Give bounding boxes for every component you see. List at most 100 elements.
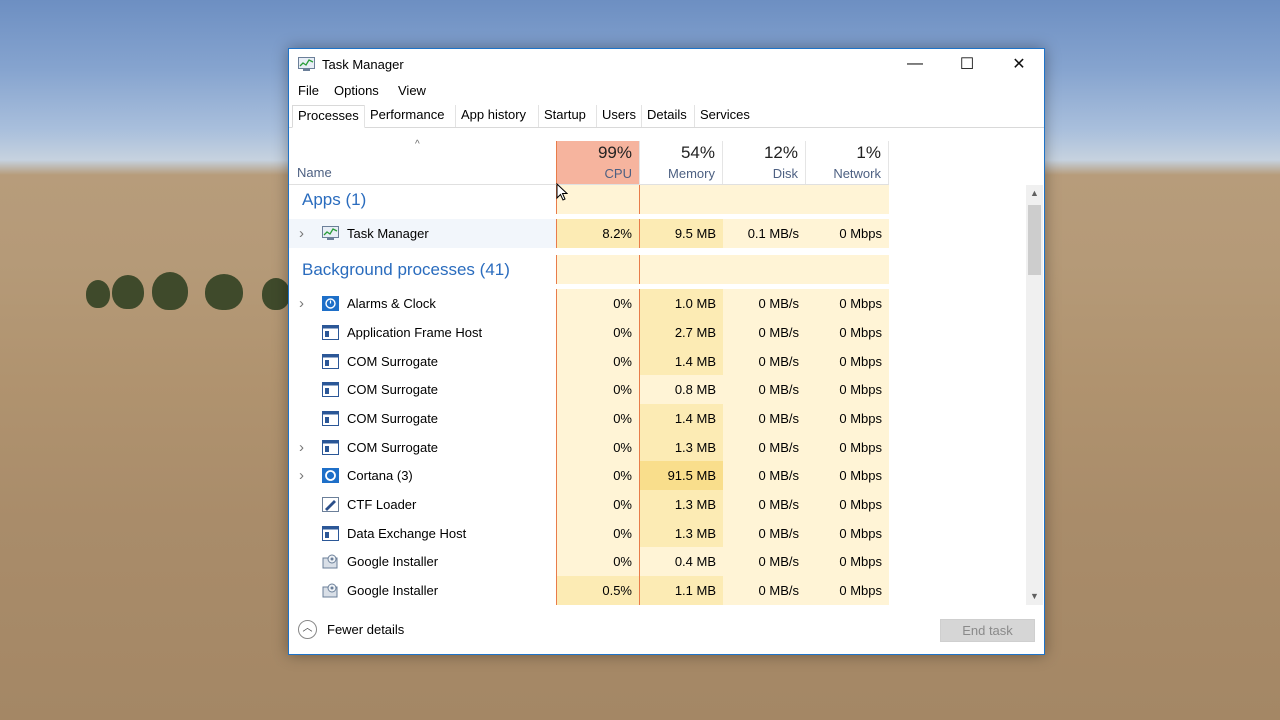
vertical-scrollbar[interactable]: ▲ ▼ bbox=[1026, 185, 1043, 605]
process-name: Google Installer bbox=[347, 554, 439, 570]
process-row[interactable]: COM Surrogate 0% 0.8 MB 0 MB/s 0 Mbps bbox=[289, 375, 889, 405]
process-memory-value: 1.0 MB bbox=[640, 289, 723, 319]
group-cpu-cell bbox=[556, 185, 640, 214]
tree-icon bbox=[152, 272, 188, 310]
tab-users[interactable]: Users bbox=[596, 105, 641, 127]
column-cpu[interactable]: 99% CPU bbox=[556, 141, 640, 184]
process-name: Google Installer bbox=[347, 583, 439, 599]
process-network-value: 0 Mbps bbox=[806, 403, 889, 433]
task-manager-window: Task Manager — ☐ ✕ File Options View Pro… bbox=[288, 48, 1045, 655]
process-row[interactable]: Data Exchange Host 0% 1.3 MB 0 MB/s 0 Mbps bbox=[289, 518, 889, 548]
memory-label: Memory bbox=[668, 166, 715, 181]
process-disk-value: 0 MB/s bbox=[723, 375, 806, 405]
tab-details[interactable]: Details bbox=[641, 105, 692, 127]
mouse-cursor-icon bbox=[556, 183, 568, 201]
process-disk-value: 0 MB/s bbox=[723, 576, 806, 605]
process-row[interactable]: › Alarms & Clock 0% 1.0 MB 0 MB/s 0 Mbps bbox=[289, 289, 889, 319]
column-memory[interactable]: 54% Memory bbox=[640, 141, 723, 184]
process-cpu-value: 0.5% bbox=[556, 576, 640, 605]
footer-bar: ︿ Fewer details End task bbox=[289, 609, 1044, 654]
network-percent: 1% bbox=[856, 143, 881, 162]
process-name: COM Surrogate bbox=[347, 382, 439, 398]
chevron-up-icon[interactable]: ︿ bbox=[298, 620, 317, 639]
process-row[interactable]: › Task Manager 8.2% 9.5 MB 0.1 MB/s 0 Mbps bbox=[289, 218, 889, 248]
process-network-value: 0 Mbps bbox=[806, 375, 889, 405]
group-header[interactable]: Background processes (41) bbox=[289, 255, 889, 285]
process-cpu-value: 0% bbox=[556, 518, 640, 548]
process-row[interactable]: COM Surrogate 0% 1.4 MB 0 MB/s 0 Mbps bbox=[289, 346, 889, 376]
process-cpu-value: 0% bbox=[556, 289, 640, 319]
tree-icon bbox=[86, 280, 110, 308]
cpu-label: CPU bbox=[604, 166, 632, 181]
process-name: COM Surrogate bbox=[347, 410, 439, 426]
column-disk[interactable]: 12% Disk bbox=[723, 141, 806, 184]
tab-performance[interactable]: Performance bbox=[364, 105, 449, 127]
minimize-button[interactable]: — bbox=[892, 49, 938, 79]
scroll-up-icon[interactable]: ▲ bbox=[1026, 185, 1043, 202]
process-disk-value: 0 MB/s bbox=[723, 289, 806, 319]
process-row[interactable]: › COM Surrogate 0% 1.3 MB 0 MB/s 0 Mbps bbox=[289, 432, 889, 462]
memory-percent: 54% bbox=[680, 143, 715, 162]
group-memory-cell bbox=[640, 185, 723, 214]
installer-icon bbox=[322, 554, 339, 569]
process-row[interactable]: Google Installer 0.5% 1.1 MB 0 MB/s 0 Mbps bbox=[289, 576, 889, 605]
tab-services[interactable]: Services bbox=[694, 105, 755, 127]
process-name: COM Surrogate bbox=[347, 353, 439, 369]
scrollbar-thumb[interactable] bbox=[1028, 205, 1041, 275]
process-disk-value: 0 MB/s bbox=[723, 547, 806, 577]
process-list: Apps (1) › Task Manager 8.2% 9.5 MB 0.1 MB/s 0… bbox=[289, 185, 1029, 605]
process-network-value: 0 Mbps bbox=[806, 576, 889, 605]
disk-percent: 12% bbox=[763, 143, 798, 162]
expand-chevron-icon[interactable]: › bbox=[299, 289, 304, 318]
tree-icon bbox=[262, 278, 290, 310]
expand-chevron-icon[interactable]: › bbox=[299, 219, 304, 248]
title-bar[interactable]: Task Manager — ☐ ✕ bbox=[289, 49, 1044, 79]
maximize-button[interactable]: ☐ bbox=[944, 49, 990, 79]
expand-chevron-icon[interactable]: › bbox=[299, 433, 304, 462]
close-icon: ✕ bbox=[1012, 56, 1026, 73]
tab-processes[interactable]: Processes bbox=[292, 105, 365, 128]
process-memory-value: 1.4 MB bbox=[640, 346, 723, 376]
installer-icon bbox=[322, 583, 339, 598]
process-network-value: 0 Mbps bbox=[806, 461, 889, 491]
process-cpu-value: 0% bbox=[556, 403, 640, 433]
maximize-icon: ☐ bbox=[959, 56, 975, 73]
network-label: Network bbox=[833, 166, 881, 181]
menu-options[interactable]: Options bbox=[334, 83, 379, 98]
fewer-details-link[interactable]: Fewer details bbox=[327, 622, 404, 637]
group-header[interactable]: Apps (1) bbox=[289, 185, 889, 214]
process-network-value: 0 Mbps bbox=[806, 346, 889, 376]
scroll-down-icon[interactable]: ▼ bbox=[1026, 588, 1043, 605]
process-name: Alarms & Clock bbox=[347, 296, 436, 312]
disk-label: Disk bbox=[772, 166, 798, 181]
process-network-value: 0 Mbps bbox=[806, 547, 889, 577]
group-disk-cell bbox=[723, 255, 806, 285]
expand-chevron-icon[interactable]: › bbox=[299, 461, 304, 490]
process-row[interactable]: › Cortana (3) 0% 91.5 MB 0 MB/s 0 Mbps bbox=[289, 461, 889, 491]
column-network[interactable]: 1% Network bbox=[806, 141, 889, 184]
process-row[interactable]: COM Surrogate 0% 1.4 MB 0 MB/s 0 Mbps bbox=[289, 403, 889, 433]
tab-app-history[interactable]: App history bbox=[455, 105, 531, 127]
minimize-icon: — bbox=[907, 55, 923, 72]
process-disk-value: 0 MB/s bbox=[723, 490, 806, 519]
process-row[interactable]: Application Frame Host 0% 2.7 MB 0 MB/s 0 Mb… bbox=[289, 317, 889, 347]
process-icon bbox=[322, 439, 339, 455]
column-name[interactable]: Name bbox=[297, 165, 332, 180]
close-button[interactable]: ✕ bbox=[996, 49, 1042, 79]
tab-startup[interactable]: Startup bbox=[538, 105, 591, 127]
menu-file[interactable]: File bbox=[298, 83, 319, 98]
process-disk-value: 0.1 MB/s bbox=[723, 218, 806, 248]
process-name: Task Manager bbox=[347, 225, 429, 241]
process-network-value: 0 Mbps bbox=[806, 432, 889, 462]
process-row[interactable]: Google Installer 0% 0.4 MB 0 MB/s 0 Mbps bbox=[289, 547, 889, 577]
process-network-value: 0 Mbps bbox=[806, 490, 889, 519]
end-task-button[interactable]: End task bbox=[940, 619, 1035, 642]
process-row[interactable]: CTF Loader 0% 1.3 MB 0 MB/s 0 Mbps bbox=[289, 490, 889, 519]
process-icon bbox=[322, 382, 339, 398]
tab-strip: Processes Performance App history Startu… bbox=[289, 105, 1044, 128]
process-icon bbox=[322, 324, 339, 340]
menu-view[interactable]: View bbox=[398, 83, 426, 98]
group-disk-cell bbox=[723, 185, 806, 214]
process-name: CTF Loader bbox=[347, 497, 417, 512]
process-cpu-value: 8.2% bbox=[556, 218, 640, 248]
